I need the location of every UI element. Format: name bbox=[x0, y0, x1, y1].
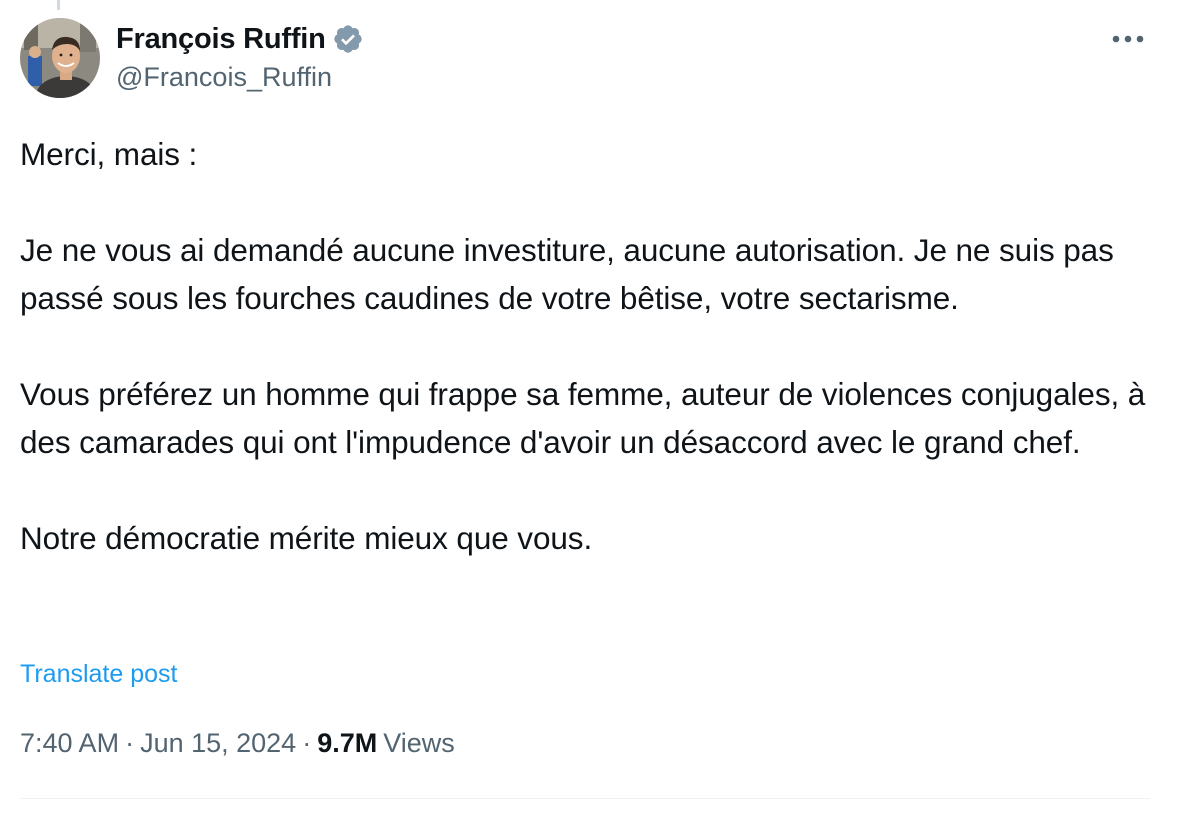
post-date[interactable]: Jun 15, 2024 bbox=[140, 728, 296, 758]
views-label: Views bbox=[383, 728, 455, 758]
author-info: François Ruffin @Francois_Ruffin bbox=[116, 20, 364, 93]
avatar[interactable] bbox=[20, 18, 100, 98]
author-name-row: François Ruffin bbox=[116, 20, 364, 58]
more-horizontal-icon bbox=[1112, 35, 1144, 43]
post-paragraph: Notre démocratie mérite mieux que vous. bbox=[20, 520, 593, 556]
post-paragraph: Vous préférez un homme qui frappe sa fem… bbox=[20, 376, 1146, 460]
post-metadata: 7:40 AM · Jun 15, 2024 · 9.7M Views bbox=[20, 728, 455, 759]
post-time[interactable]: 7:40 AM bbox=[20, 728, 119, 758]
meta-separator: · bbox=[125, 728, 135, 758]
author-handle[interactable]: @Francois_Ruffin bbox=[116, 62, 364, 93]
post-header: François Ruffin @Francois_Ruffin bbox=[20, 18, 1158, 100]
post-paragraph: Merci, mais : bbox=[20, 136, 198, 172]
translate-post-link[interactable]: Translate post bbox=[20, 660, 177, 689]
divider bbox=[20, 798, 1150, 799]
views-count: 9.7M bbox=[317, 728, 378, 758]
meta-separator: · bbox=[302, 728, 312, 758]
thread-connector-line bbox=[57, 0, 60, 10]
avatar-image bbox=[20, 18, 100, 98]
post-paragraph: Je ne vous ai demandé aucune investiture… bbox=[20, 232, 1114, 316]
post-text: Merci, mais : Je ne vous ai demandé aucu… bbox=[20, 130, 1150, 562]
author-display-name[interactable]: François Ruffin bbox=[116, 23, 326, 56]
verified-badge-icon[interactable] bbox=[332, 23, 364, 55]
more-options-button[interactable] bbox=[1108, 24, 1148, 54]
